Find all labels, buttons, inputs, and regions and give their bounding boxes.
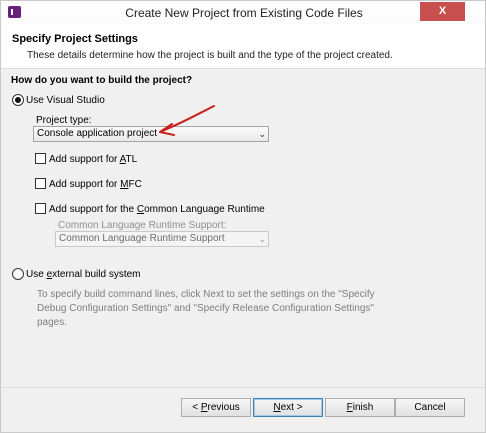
use-visual-studio-radio[interactable] (12, 94, 24, 106)
add-atl-rest: TL (125, 154, 138, 165)
cancel-button[interactable]: Cancel (395, 398, 465, 417)
add-clr-access-key: C (136, 204, 145, 215)
clr-support-value: Common Language Runtime Support (59, 233, 225, 244)
close-icon: X (438, 5, 447, 17)
previous-access-key: P (200, 402, 208, 413)
use-external-build-radio[interactable] (12, 268, 24, 280)
project-type-label: Project type: (36, 115, 92, 126)
add-clr-prefix: Add support for the (49, 204, 137, 215)
previous-button[interactable]: < Previous (181, 398, 251, 417)
project-type-value: Console application project (37, 128, 158, 139)
external-build-help-text: To specify build command lines, click Ne… (37, 289, 375, 328)
use-external-build-label[interactable]: Use external build system (26, 269, 141, 280)
clr-support-dropdown[interactable]: Common Language Runtime Support ⌄ (55, 231, 269, 247)
add-atl-checkbox[interactable] (35, 153, 46, 164)
add-atl-label[interactable]: Add support for ATL (49, 154, 137, 165)
finish-button[interactable]: Finish (325, 398, 395, 417)
wizard-header: Specify Project Settings These details d… (1, 24, 485, 69)
close-button[interactable]: X (420, 2, 465, 21)
finish-rest: inish (352, 402, 374, 413)
build-question: How do you want to build the project? (11, 75, 193, 86)
use-external-prefix: Use (26, 269, 47, 280)
add-mfc-access-key: M (120, 179, 129, 190)
next-button[interactable]: Next > (253, 398, 323, 417)
add-clr-rest: ommon Language Runtime (144, 204, 265, 215)
previous-prefix: < (192, 402, 201, 413)
clr-support-label: Common Language Runtime Support: (58, 220, 227, 231)
add-clr-checkbox[interactable] (35, 203, 46, 214)
chevron-down-icon: ⌄ (258, 129, 266, 139)
chevron-down-icon: ⌄ (258, 234, 266, 244)
page-title: Specify Project Settings (12, 33, 138, 45)
add-mfc-label[interactable]: Add support for MFC (49, 179, 142, 190)
next-rest: ext > (280, 402, 303, 413)
add-mfc-prefix: Add support for (49, 179, 121, 190)
window-title: Create New Project from Existing Code Fi… (125, 6, 363, 20)
previous-rest: revious (207, 402, 240, 413)
use-external-rest: xternal build system (52, 269, 141, 280)
add-clr-label[interactable]: Add support for the Common Language Runt… (49, 204, 265, 215)
add-mfc-rest: FC (128, 179, 142, 190)
add-mfc-checkbox[interactable] (35, 178, 46, 189)
use-visual-studio-label[interactable]: Use Visual Studio (26, 95, 105, 106)
hand-drawn-arrow (159, 105, 215, 136)
title-bar[interactable]: Create New Project from Existing Code Fi… (1, 1, 485, 23)
next-access-key: N (273, 402, 281, 413)
add-atl-prefix: Add support for (49, 154, 120, 165)
page-subtitle: These details determine how the project … (27, 50, 393, 61)
